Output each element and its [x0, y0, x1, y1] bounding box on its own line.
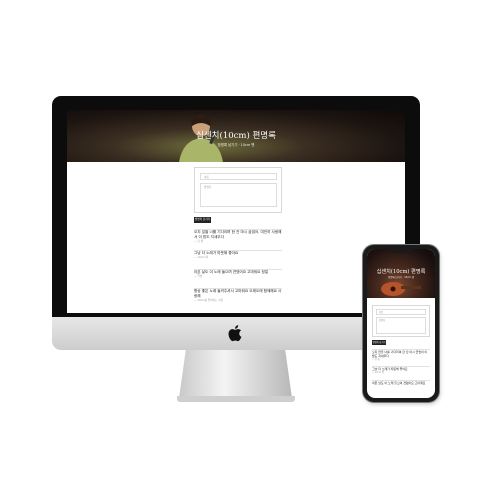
message-textarea[interactable]: 방명록	[200, 183, 277, 207]
guestbook-entry: 오지 않을 너를 기다리며 한 잔 마시 곱씹어. 여전히 사랑해서 이 밤도 …	[194, 229, 282, 244]
imac-foot	[177, 396, 295, 402]
imac-stand	[179, 350, 292, 398]
entry-meta: — 10cm를 좋아하는 사람	[194, 299, 224, 302]
submit-button[interactable]: 방명록 남기기	[194, 217, 211, 223]
phone-notch	[390, 249, 412, 253]
guestbook-entry: 아픈 날도 이 노래 들으며 견뎠어요 고마워요 정말 — 익명	[194, 269, 282, 279]
entry-meta: — 한 팬	[372, 358, 380, 361]
entry-meta: — 10cm 팬	[194, 256, 208, 259]
guestbook-form: 이름 방명록	[194, 167, 282, 213]
mobile-guestbook-entry: 그냥 더 노래가 따뜻해 좋아요 — 10cm 팬	[372, 366, 430, 374]
iphone-mockup: 십센치(10cm) 편명록 방명록 남기기 · 10cm 팬 이름 방명록 방명…	[363, 245, 439, 402]
entry-text: 오지 않을 너를 기다리며 한 잔 마시 곱씹어. 여전히 사랑해서 이 밤도 …	[194, 230, 282, 239]
name-input[interactable]: 이름	[200, 173, 277, 180]
apple-logo-icon	[228, 325, 242, 342]
entry-text: 항상 좋은 노래 들려주셔서 고마워요 오래오래 함께해요 사랑해	[194, 289, 282, 298]
mobile-guestbook-entry: 오지 않을 너를 기다리며 한 잔 마시 곱씹어 이 밤도 지새우다 — 한 팬	[372, 349, 430, 361]
mobile-guestbook-entry: 아픈 날도 이 노래 들으며 견뎠어요 고마워요	[372, 380, 430, 385]
mobile-page-title: 십센치(10cm) 편명록	[376, 269, 426, 275]
entry-text: 오지 않을 너를 기다리며 한 잔 마시 곱씹어 이 밤도 지새우다	[372, 350, 428, 358]
mobile-name-input[interactable]: 이름	[376, 309, 426, 315]
desktop-screen: 십센치(10cm) 편명록 방명록 남기기 · 10cm 팬 이름 방명록 방명…	[67, 110, 405, 313]
mobile-screen: 십센치(10cm) 편명록 방명록 남기기 · 10cm 팬 이름 방명록 방명…	[367, 249, 435, 398]
entry-meta: — 10cm 팬	[372, 371, 384, 374]
guestbook-entry: 그냥 더 노래가 따뜻해 좋아요 — 10cm 팬	[194, 250, 282, 260]
page-subtitle: 방명록 남기기 · 10cm 팬	[217, 143, 255, 147]
entry-meta: — 한 팬	[194, 240, 204, 243]
mobile-hero-banner: 십센치(10cm) 편명록 방명록 남기기 · 10cm 팬	[367, 249, 435, 298]
mobile-message-textarea[interactable]: 방명록	[376, 317, 426, 334]
page-title: 십센치(10cm) 편명록	[196, 131, 276, 141]
hero-banner: 십센치(10cm) 편명록 방명록 남기기 · 10cm 팬	[67, 110, 405, 162]
entry-text: 아픈 날도 이 노래 들으며 견뎠어요 고마워요	[372, 381, 426, 385]
mobile-guestbook-form: 이름 방명록	[372, 305, 430, 337]
mobile-submit-button[interactable]: 방명록 남기기	[372, 340, 386, 345]
entry-meta: — 익명	[194, 275, 203, 278]
guestbook-entry: 항상 좋은 노래 들려주셔서 고마워요 오래오래 함께해요 사랑해 — 10cm…	[194, 288, 282, 303]
guitar-photo	[381, 282, 421, 296]
mobile-page-subtitle: 방명록 남기기 · 10cm 팬	[388, 276, 414, 279]
